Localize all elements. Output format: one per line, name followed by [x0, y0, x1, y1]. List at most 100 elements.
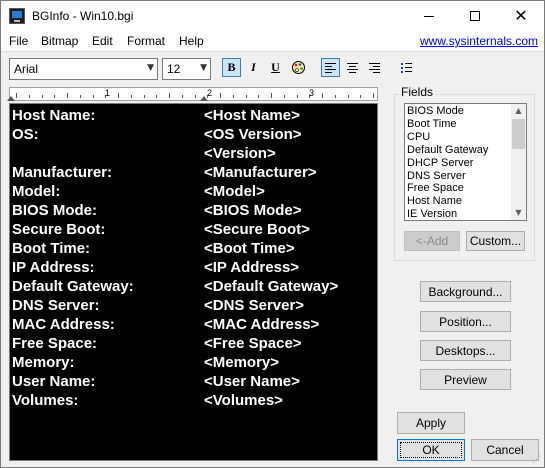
editor-line[interactable]: Free Space: <Free Space>	[12, 335, 377, 354]
color-button[interactable]	[289, 58, 308, 77]
cancel-button[interactable]: Cancel	[471, 439, 539, 461]
field-list-item[interactable]: Host Name	[407, 195, 462, 208]
menu-help[interactable]: Help	[179, 34, 204, 48]
field-list-item[interactable]: CPU	[407, 131, 430, 144]
fields-listbox[interactable]: BIOS Mode Boot Time CPU Default Gateway DHCP…	[404, 103, 527, 221]
editor-line[interactable]: Boot Time: <Boot Time>	[12, 240, 377, 259]
add-field-button[interactable]: <-Add	[404, 231, 460, 251]
info-label: MAC Address:	[12, 316, 115, 333]
align-center-icon	[347, 62, 358, 73]
bullet-list-icon	[401, 62, 412, 73]
field-list-item[interactable]: Free Space	[407, 182, 464, 195]
ruler-tick	[322, 93, 323, 98]
info-label: Model:	[12, 183, 61, 200]
ruler-tick	[16, 93, 17, 98]
ok-button[interactable]: OK	[397, 439, 465, 461]
info-label: Volumes:	[12, 392, 79, 409]
font-name-select[interactable]: Arial ▼	[9, 58, 158, 80]
scroll-up-icon[interactable]: ▲	[511, 104, 526, 118]
menu-bitmap[interactable]: Bitmap	[41, 34, 78, 48]
minimize-icon	[424, 15, 434, 17]
field-list-item[interactable]: IE Version	[407, 208, 457, 220]
editor-line[interactable]: Model: <Model>	[12, 183, 377, 202]
editor-line[interactable]: Manufacturer: <Manufacturer>	[12, 164, 377, 183]
color-palette-icon	[292, 61, 305, 74]
preview-button[interactable]: Preview	[420, 369, 511, 390]
sysinternals-link[interactable]: www.sysinternals.com	[420, 34, 538, 48]
tab-stop-marker[interactable]	[200, 96, 208, 101]
ruler-tick	[360, 95, 362, 98]
bold-icon: B	[227, 60, 236, 74]
left-indent-marker[interactable]	[7, 96, 15, 101]
ruler-tick	[245, 95, 247, 98]
font-size-select[interactable]: 12 ▼	[162, 58, 211, 80]
ruler-tick	[220, 93, 221, 98]
ruler-tick	[118, 93, 119, 98]
info-label: DNS Server:	[12, 297, 100, 314]
custom-field-button[interactable]: Custom...	[466, 231, 525, 251]
editor-line[interactable]: Host Name: <Host Name>	[12, 107, 377, 126]
align-left-icon	[325, 62, 336, 73]
align-left-button[interactable]	[321, 58, 340, 77]
font-size-value: 12	[167, 62, 181, 76]
ruler-tick	[67, 93, 68, 98]
ruler-tick	[130, 95, 132, 98]
editor-line[interactable]: OS: <OS Version>	[12, 126, 377, 145]
ruler: 1 2 3	[7, 87, 378, 101]
info-text-editor[interactable]: Host Name: <Host Name> OS: <OS Version> <Ver…	[9, 103, 378, 461]
minimize-button[interactable]	[406, 1, 452, 31]
editor-line[interactable]: Memory: <Memory>	[12, 354, 377, 373]
maximize-button[interactable]	[452, 1, 498, 31]
info-label: Boot Time:	[12, 240, 91, 257]
field-list-item[interactable]: Boot Time	[407, 118, 457, 131]
align-right-icon	[369, 62, 380, 73]
ruler-tick	[28, 95, 30, 98]
ruler-tick	[296, 95, 298, 98]
italic-button[interactable]: I	[244, 58, 263, 77]
editor-line[interactable]: BIOS Mode: <BIOS Mode>	[12, 202, 377, 221]
ruler-tick	[283, 95, 285, 98]
editor-line[interactable]: MAC Address: <MAC Address>	[12, 316, 377, 335]
info-field-token: <Secure Boot>	[204, 221, 310, 238]
editor-line[interactable]: <Version>	[12, 145, 377, 164]
menu-edit[interactable]: Edit	[92, 34, 113, 48]
ruler-number: 3	[309, 88, 315, 98]
field-list-item[interactable]: DNS Server	[407, 170, 466, 183]
info-label: BIOS Mode:	[12, 202, 97, 219]
info-field-token: <Boot Time>	[204, 240, 295, 257]
format-toolbar: Arial ▼ 12 ▼ B I U	[1, 51, 544, 85]
field-list-item[interactable]: BIOS Mode	[407, 105, 464, 118]
bold-button[interactable]: B	[222, 58, 241, 77]
align-center-button[interactable]	[343, 58, 362, 77]
maximize-icon	[470, 11, 480, 21]
scroll-thumb[interactable]	[512, 119, 525, 149]
editor-line[interactable]: DNS Server: <DNS Server>	[12, 297, 377, 316]
editor-line[interactable]: Volumes: <Volumes>	[12, 392, 377, 411]
info-label: Manufacturer:	[12, 164, 113, 181]
info-field-token: <Default Gateway>	[204, 278, 339, 295]
editor-line[interactable]: IP Address: <IP Address>	[12, 259, 377, 278]
editor-line[interactable]: User Name: <User Name>	[12, 373, 377, 392]
info-field-token: <Volumes>	[204, 392, 283, 409]
editor-line[interactable]: Secure Boot: <Secure Boot>	[12, 221, 377, 240]
bginfo-app-icon[interactable]	[9, 8, 25, 24]
menu-file[interactable]: File	[9, 34, 28, 48]
close-button[interactable]: ✕	[498, 1, 544, 31]
bullets-button[interactable]	[397, 58, 416, 77]
apply-button[interactable]: Apply	[397, 412, 465, 434]
align-right-button[interactable]	[365, 58, 384, 77]
background-button[interactable]: Background...	[420, 281, 511, 302]
scroll-down-icon[interactable]: ▼	[511, 206, 526, 220]
desktops-button[interactable]: Desktops...	[420, 340, 511, 361]
field-list-item[interactable]: Default Gateway	[407, 144, 488, 157]
field-list-item[interactable]: DHCP Server	[407, 157, 473, 170]
underline-button[interactable]: U	[266, 58, 285, 77]
italic-icon: I	[251, 60, 256, 74]
position-button[interactable]: Position...	[420, 311, 511, 332]
size-grip-icon[interactable]: ⋰	[532, 455, 542, 465]
editor-line[interactable]: Default Gateway: <Default Gateway>	[12, 278, 377, 297]
menu-format[interactable]: Format	[127, 34, 165, 48]
fields-scrollbar[interactable]: ▲ ▼	[511, 104, 526, 220]
ruler-tick	[169, 93, 170, 98]
info-field-token: <Free Space>	[204, 335, 302, 352]
